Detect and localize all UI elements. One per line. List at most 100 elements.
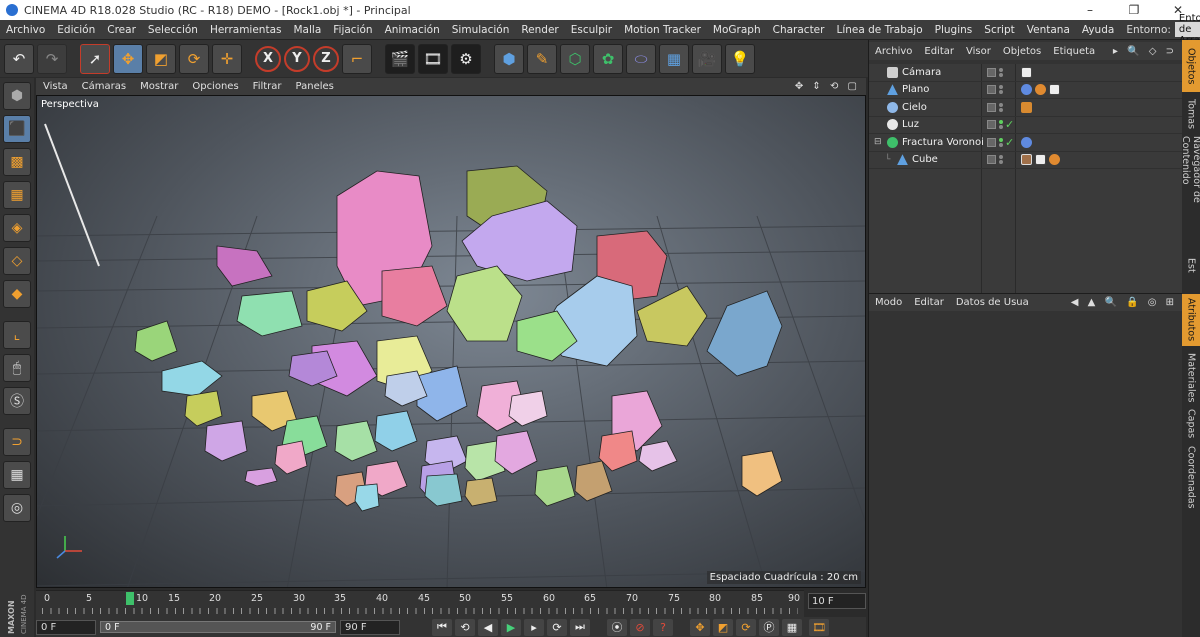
environment-select[interactable]: Entorno de Arranque — [1174, 13, 1200, 46]
objects-menu-archivo[interactable]: Archivo — [869, 46, 918, 57]
material-tag-icon[interactable] — [1021, 84, 1032, 96]
edges-mode-button[interactable]: ◇ — [3, 247, 31, 275]
tab-estructura[interactable]: Est — [1182, 250, 1200, 280]
enabled-check-icon[interactable]: ✓ — [1005, 118, 1014, 131]
scheme-button[interactable]: 🎞 — [809, 618, 829, 636]
viewport-navigation-icons[interactable]: ✥ ⇕ ⟲ ▢ — [795, 81, 866, 92]
menu-fijacion[interactable]: Fijación — [327, 24, 378, 36]
solo-button[interactable]: ◎ — [3, 494, 31, 522]
viewport-menu-vista[interactable]: Vista — [36, 81, 75, 92]
visibility-dots-icon[interactable] — [999, 155, 1004, 165]
tab-atributos[interactable]: Atributos — [1182, 294, 1200, 346]
redo-button[interactable]: ↷ — [37, 43, 67, 74]
menu-motion-tracker[interactable]: Motion Tracker — [618, 24, 707, 36]
render-picture-viewer-button[interactable]: 🎞 — [418, 43, 448, 74]
model-mode-button[interactable]: ⬛ — [3, 115, 31, 143]
visibility-dots-icon[interactable] — [999, 85, 1004, 95]
menu-character[interactable]: Character — [767, 24, 831, 36]
pen-spline-button[interactable]: ✎ — [527, 43, 557, 74]
undo-button[interactable]: ↶ — [4, 43, 34, 74]
collapse-icon[interactable]: ⊟ — [874, 137, 882, 147]
attributes-menu-editar[interactable]: Editar — [908, 297, 950, 308]
autokey-button[interactable]: ⊘ — [630, 618, 650, 636]
next-key-button[interactable]: ⟳ — [547, 618, 567, 636]
play-button[interactable]: ▶ — [501, 618, 521, 636]
z-axis-lock-button[interactable]: Z — [313, 45, 339, 72]
workplane-mode-button[interactable]: ▦ — [3, 181, 31, 209]
texture-tag-icon[interactable] — [1035, 154, 1046, 166]
previous-frame-button[interactable]: ◀ — [478, 618, 498, 636]
objects-search-icon[interactable]: ▸ 🔍 ◇ ⊃ — [1113, 46, 1183, 57]
menu-crear[interactable]: Crear — [101, 24, 142, 36]
x-axis-lock-button[interactable]: X — [255, 45, 281, 72]
objects-menu-visor[interactable]: Visor — [960, 46, 997, 57]
current-frame-marker[interactable] — [126, 592, 134, 605]
frame-range-slider[interactable]: 0 F 90 F — [100, 621, 336, 633]
maximize-button[interactable]: ❐ — [1112, 0, 1156, 20]
perspective-viewport[interactable]: Perspectiva Espaciado Cuadrícula : 20 cm — [36, 95, 866, 588]
menu-animacion[interactable]: Animación — [379, 24, 446, 36]
attributes-menu-datos-usuario[interactable]: Datos de Usua — [950, 297, 1035, 308]
viewport-menu-mostrar[interactable]: Mostrar — [133, 81, 185, 92]
start-frame-field[interactable]: 0 F — [36, 619, 96, 635]
menu-linea-de-trabajo[interactable]: Línea de Trabajo — [830, 24, 928, 36]
tweak-mode-button[interactable]: 🖱 — [3, 354, 31, 382]
enabled-check-icon[interactable]: ✓ — [1005, 136, 1014, 149]
object-row-cube[interactable]: └ Cube — [869, 152, 1183, 169]
key-pla-button[interactable]: ▦ — [782, 618, 802, 636]
transform-tool-button[interactable]: ✛ — [212, 43, 242, 74]
visibility-dots-icon[interactable] — [999, 137, 1004, 147]
timeline[interactable]: 0 5 10 15 20 25 30 35 40 45 50 55 60 65 … — [36, 590, 804, 617]
viewport-menu-paneles[interactable]: Paneles — [289, 81, 341, 92]
menu-seleccion[interactable]: Selección — [142, 24, 204, 36]
rotate-tool-button[interactable]: ⟳ — [179, 43, 209, 74]
key-position-button[interactable]: ✥ — [690, 618, 710, 636]
tab-coordenadas[interactable]: Coordenadas — [1182, 442, 1200, 512]
tab-capas[interactable]: Capas — [1182, 408, 1200, 440]
camera-button[interactable]: 🎥 — [692, 43, 722, 74]
light-button[interactable]: 💡 — [725, 43, 755, 74]
menu-esculpir[interactable]: Esculpir — [565, 24, 618, 36]
floor-scene-button[interactable]: ▦ — [659, 43, 689, 74]
visibility-dots-icon[interactable] — [999, 120, 1004, 130]
menu-plugins[interactable]: Plugins — [929, 24, 979, 36]
subdivision-surface-button[interactable]: ⬡ — [560, 43, 590, 74]
menu-herramientas[interactable]: Herramientas — [204, 24, 288, 36]
record-keys-button[interactable]: ⦿ — [607, 618, 627, 636]
mograph-cloner-button[interactable]: ✿ — [593, 43, 623, 74]
tab-tomas[interactable]: Tomas — [1182, 94, 1200, 134]
mograph-selection-tag-icon[interactable] — [1021, 136, 1032, 148]
protection-tag-icon[interactable] — [1021, 66, 1032, 78]
texture-mode-button[interactable]: ▩ — [3, 148, 31, 176]
object-row-luz[interactable]: Luz ✓ — [869, 117, 1183, 134]
render-view-button[interactable]: 🎬 — [385, 43, 415, 74]
workplane-lock-button[interactable]: ▦ — [3, 461, 31, 489]
magnet-button[interactable]: ⊃ — [3, 428, 31, 456]
points-mode-button[interactable]: ◈ — [3, 214, 31, 242]
key-parameter-button[interactable]: Ⓟ — [759, 618, 779, 636]
go-to-start-button[interactable]: ⏮ — [432, 618, 452, 636]
sky-material-tag-icon[interactable] — [1021, 101, 1032, 113]
menu-simulacion[interactable]: Simulación — [446, 24, 516, 36]
menu-script[interactable]: Script — [978, 24, 1020, 36]
object-row-cielo[interactable]: Cielo — [869, 99, 1183, 117]
tab-navegador-contenido[interactable]: Navegador de Contenido — [1180, 136, 1200, 246]
coordinate-system-button[interactable]: ⌐ — [342, 43, 372, 74]
attributes-navigation-icons[interactable]: ◀ ▲ 🔍 🔒 ◎ ⊞ — [1071, 297, 1183, 308]
menu-render[interactable]: Render — [515, 24, 564, 36]
menu-edicion[interactable]: Edición — [51, 24, 101, 36]
texture-tag-icon[interactable] — [1049, 84, 1060, 96]
render-settings-button[interactable]: ⚙ — [451, 43, 481, 74]
menu-ayuda[interactable]: Ayuda — [1076, 24, 1120, 36]
y-axis-lock-button[interactable]: Y — [284, 45, 310, 72]
objects-menu-objetos[interactable]: Objetos — [997, 46, 1047, 57]
polygons-mode-button[interactable]: ◆ — [3, 280, 31, 308]
attributes-menu-modo[interactable]: Modo — [869, 297, 908, 308]
visibility-dots-icon[interactable] — [999, 67, 1004, 77]
minimize-button[interactable]: – — [1068, 0, 1112, 20]
viewport-menu-opciones[interactable]: Opciones — [185, 81, 245, 92]
deformer-button[interactable]: ⬭ — [626, 43, 656, 74]
key-scale-button[interactable]: ◩ — [713, 618, 733, 636]
menu-malla[interactable]: Malla — [287, 24, 327, 36]
snap-button[interactable]: Ⓢ — [3, 387, 31, 415]
